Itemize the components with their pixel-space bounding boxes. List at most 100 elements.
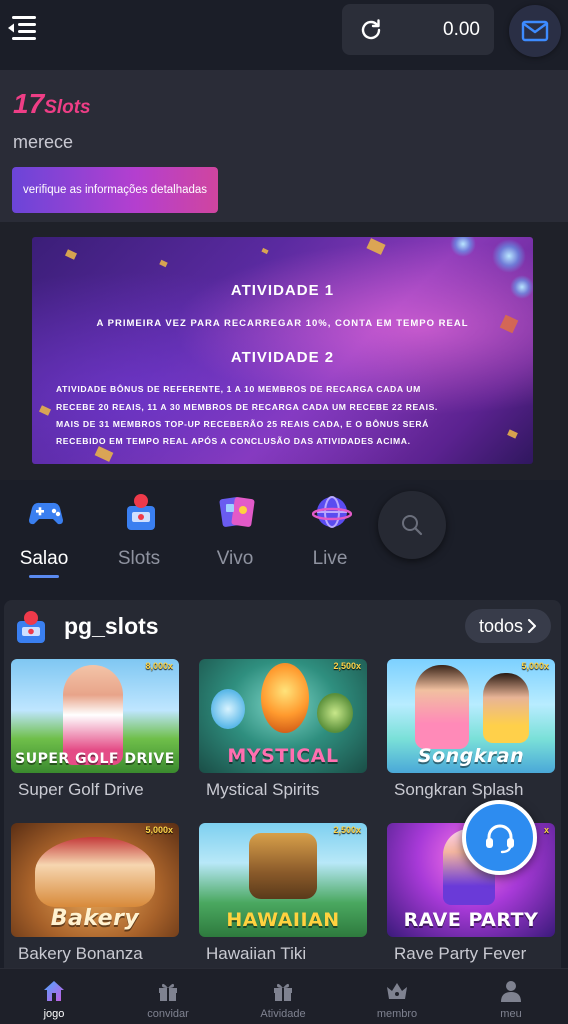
- user-icon: [501, 981, 521, 1002]
- game-name: Bakery Bonanza: [18, 944, 143, 963]
- gamepad-icon: [29, 502, 63, 525]
- banner-line-1: A PRIMEIRA VEZ PARA RECARREGAR 10%, CONT…: [96, 318, 469, 329]
- tab-salao[interactable]: Salao: [9, 490, 79, 578]
- view-all-label: todos: [478, 615, 524, 636]
- promo-number: 17: [13, 88, 45, 119]
- multiplier-badge: 5,000x: [521, 661, 549, 671]
- game-name: Mystical Spirits: [206, 780, 320, 799]
- game-name: Super Golf Drive: [18, 780, 144, 799]
- stage-light-decoration: [492, 239, 526, 273]
- promo-banner[interactable]: ATIVIDADE 1 A PRIMEIRA VEZ PARA RECARREG…: [32, 237, 533, 464]
- games-section: pg_slots todos 8,000x SUPER GOLF DRIVE S…: [4, 600, 561, 980]
- balance-amount: 0.00: [443, 18, 480, 40]
- game-card[interactable]: 5,000x Songkran Songkran Splash: [387, 659, 555, 800]
- earth-spirit-figure: [317, 693, 353, 733]
- game-logo: SUPER GOLF DRIVE: [15, 751, 175, 767]
- mail-icon: [521, 20, 549, 42]
- banner-area: ATIVIDADE 1 A PRIMEIRA VEZ PARA RECARREG…: [0, 222, 568, 480]
- multiplier-badge: 2,500x: [333, 661, 361, 671]
- game-logo: Songkran: [417, 745, 525, 767]
- tab-vivo[interactable]: Vivo: [200, 490, 270, 570]
- game-name: Hawaiian Tiki: [206, 944, 307, 963]
- confetti-decoration: [38, 405, 52, 416]
- category-tabs: Salao Slots Vivo Live: [0, 480, 568, 584]
- gift-icon: [159, 983, 177, 1001]
- headset-icon: [485, 824, 514, 853]
- nav-membro[interactable]: membro: [357, 975, 437, 1023]
- bottom-navigation: jogo convidar Atividade membro meu: [0, 968, 568, 1024]
- multiplier-badge: 2,500x: [333, 825, 361, 835]
- promo-subtitle: merece: [13, 132, 74, 152]
- confetti-decoration: [261, 247, 269, 255]
- game-thumbnail: 2,500x MYSTICAL: [199, 659, 367, 773]
- banner-paragraph-line: ATIVIDADE BÔNUS DE REFERENTE, 1 A 10 MEM…: [56, 384, 421, 394]
- tiki-mask-figure: [249, 833, 317, 899]
- balance-box: 0.00: [342, 4, 494, 55]
- tab-label: Salao: [19, 548, 69, 569]
- game-card[interactable]: 5,000x Bakery Bakery Bonanza: [11, 823, 179, 964]
- active-tab-indicator: [29, 575, 59, 578]
- confetti-decoration: [366, 238, 386, 255]
- menu-icon: [8, 16, 36, 40]
- nav-jogo[interactable]: jogo: [14, 975, 94, 1023]
- banner-title-2: ATIVIDADE 2: [230, 349, 335, 366]
- tab-live[interactable]: Live: [295, 490, 365, 570]
- game-name: Rave Party Fever: [394, 944, 527, 963]
- view-all-button[interactable]: todos: [465, 609, 551, 643]
- details-button[interactable]: verifique as informações detalhadas: [12, 167, 218, 213]
- game-card[interactable]: 8,000x SUPER GOLF DRIVE Super Golf Drive: [11, 659, 179, 800]
- menu-button[interactable]: [4, 12, 40, 44]
- gift-icon: [274, 983, 292, 1001]
- fire-spirit-figure: [261, 663, 309, 733]
- search-icon: [402, 515, 423, 536]
- nav-label: convidar: [147, 1008, 189, 1020]
- nav-label: membro: [376, 1008, 418, 1020]
- refresh-icon: [361, 18, 381, 39]
- tab-label: Vivo: [216, 548, 254, 569]
- top-bar: 0.00: [0, 0, 568, 68]
- confetti-decoration: [159, 259, 168, 268]
- game-card[interactable]: 2,500x MYSTICAL Mystical Spirits: [199, 659, 367, 800]
- stage-light-decoration: [450, 237, 476, 257]
- multiplier-badge: x: [543, 825, 549, 835]
- game-card[interactable]: 2,500x HAWAIIAN Hawaiian Tiki: [199, 823, 367, 964]
- promo-brand: Slots: [44, 97, 91, 118]
- banner-paragraph-line: MAIS DE 31 MEMBROS TOP-UP RECEBERÃO 25 R…: [56, 419, 429, 429]
- tab-label: Live: [312, 548, 348, 569]
- character-figure: [63, 665, 123, 765]
- confetti-decoration: [64, 249, 78, 260]
- slot-machine-icon: [17, 611, 45, 643]
- refresh-button[interactable]: [358, 17, 384, 43]
- mail-button[interactable]: [509, 5, 561, 57]
- confetti-decoration: [94, 446, 114, 462]
- section-title: pg_slots: [64, 613, 159, 639]
- banner-title-1: ATIVIDADE 1: [230, 282, 335, 299]
- game-thumbnail: 2,500x HAWAIIAN: [199, 823, 367, 937]
- game-thumbnail: 8,000x SUPER GOLF DRIVE: [11, 659, 179, 773]
- tab-slots[interactable]: Slots: [104, 490, 174, 570]
- nav-convidar[interactable]: convidar: [128, 975, 208, 1023]
- promo-section: 17Slots merece verifique as informações …: [0, 70, 568, 222]
- character-figure: [415, 665, 469, 749]
- character-figure: [483, 673, 529, 743]
- game-name: Songkran Splash: [394, 780, 524, 799]
- tab-label: Slots: [117, 548, 161, 569]
- nav-atividade[interactable]: Atividade: [243, 975, 323, 1023]
- game-logo: HAWAIIAN: [226, 909, 340, 931]
- game-logo: Bakery: [50, 906, 140, 931]
- game-thumbnail: 5,000x Bakery: [11, 823, 179, 937]
- game-logo: MYSTICAL: [227, 745, 339, 767]
- game-thumbnail: 5,000x Songkran: [387, 659, 555, 773]
- banner-paragraph-line: RECEBE 20 REAIS, 11 A 30 MEMBROS DE RECA…: [56, 402, 438, 412]
- multiplier-badge: 5,000x: [145, 825, 173, 835]
- cake-figure: [35, 837, 155, 907]
- globe-icon: [312, 496, 352, 528]
- search-button[interactable]: [378, 491, 446, 559]
- banner-paragraph-line: RECEBIDO EM TEMPO REAL APÓS A CONCLUSÃO …: [56, 436, 411, 446]
- crown-icon: [387, 983, 407, 999]
- support-button[interactable]: [462, 800, 537, 875]
- nav-label: jogo: [43, 1008, 65, 1020]
- home-icon: [44, 981, 64, 1001]
- nav-label: Atividade: [260, 1008, 306, 1020]
- nav-meu[interactable]: meu: [471, 975, 551, 1023]
